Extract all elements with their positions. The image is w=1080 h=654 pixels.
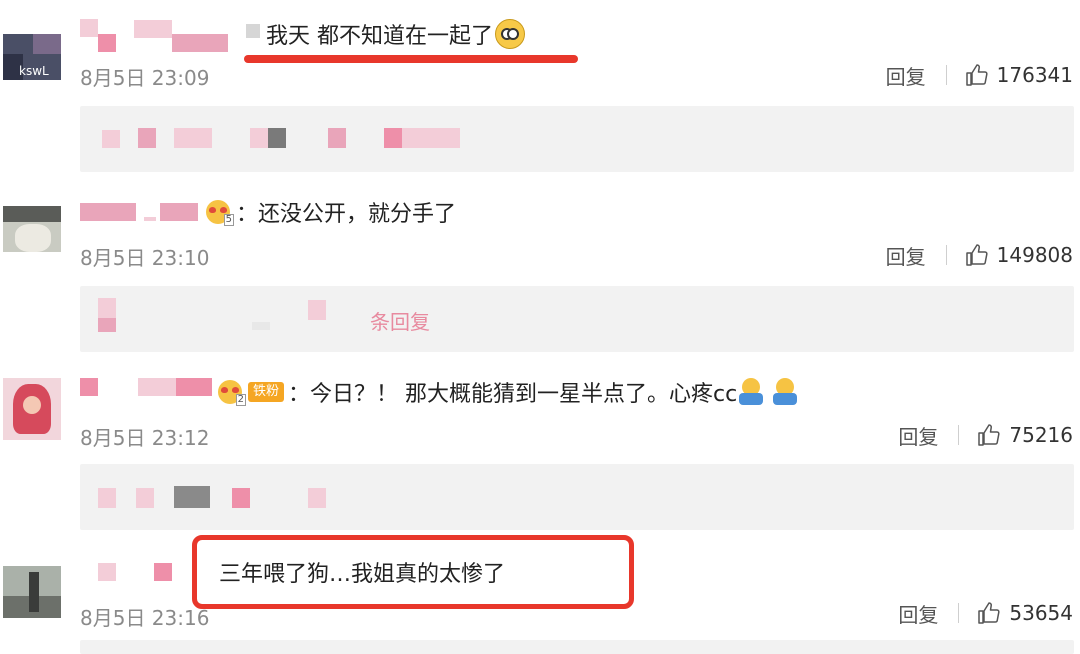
comment-header (80, 552, 172, 592)
comment-actions: 回复 176341 (886, 60, 1073, 90)
reply-button[interactable]: 回复 (898, 599, 938, 628)
avatar[interactable] (3, 206, 61, 252)
comment-time: 8月5日 23:10 (80, 246, 210, 270)
thumbs-up-icon[interactable] (965, 63, 989, 87)
shocked-emoji-icon (495, 19, 525, 49)
badge-level: 5 (223, 214, 234, 226)
more-replies-link[interactable]: 条回复 (370, 306, 430, 335)
comment-text: 还没公开，就分手了 (258, 202, 457, 227)
sub-replies-box[interactable] (80, 464, 1074, 530)
comment-actions: 回复 53654 (898, 598, 1073, 628)
comment-time: 8月5日 23:09 (80, 66, 210, 90)
avatar[interactable]: kswL (3, 34, 61, 80)
sub-replies-box[interactable]: 条回复 (80, 286, 1074, 352)
divider (958, 603, 960, 623)
sub-replies-box (80, 640, 1074, 654)
like-count: 176341 (996, 63, 1073, 87)
like-count: 75216 (1009, 423, 1073, 447)
username-mosaic[interactable] (80, 19, 98, 37)
sub-replies-box[interactable] (80, 106, 1074, 172)
thumbs-up-icon[interactable] (965, 243, 989, 267)
comment-actions: 回复 149808 (886, 240, 1073, 270)
badge-level: 2 (235, 394, 246, 406)
highlight-underline (244, 55, 578, 63)
comment-header: 5 ： 还没公开，就分手了 (80, 192, 456, 232)
reply-button[interactable]: 回复 (898, 421, 938, 450)
thumbs-up-icon[interactable] (977, 423, 1001, 447)
divider (945, 245, 947, 265)
hug-emoji-icon (771, 378, 799, 406)
iron-fan-badge: 铁粉 (248, 382, 285, 402)
comment-header: 我天 都不知道在一起了 (80, 14, 525, 54)
avatar-tag: kswL (19, 64, 49, 78)
comment-text: 三年喂了狗…我姐真的太惨了 (219, 562, 506, 587)
member-badge-icon: 5 (206, 200, 234, 226)
highlight-box: 三年喂了狗…我姐真的太惨了 (192, 535, 634, 609)
username-mosaic[interactable] (80, 203, 136, 221)
username-mosaic[interactable] (80, 378, 98, 396)
username-mosaic[interactable] (98, 563, 116, 581)
comment-text: 今日？！ 那大概能猜到一星半点了。心疼cc (310, 382, 738, 407)
hug-emoji-icon (737, 378, 765, 406)
comment-time: 8月5日 23:12 (80, 426, 210, 450)
avatar[interactable] (3, 378, 61, 440)
thumbs-up-icon[interactable] (977, 601, 1001, 625)
comment-time: 8月5日 23:16 (80, 606, 210, 630)
like-count: 149808 (996, 243, 1073, 267)
member-badge-icon: 2 (218, 380, 246, 406)
like-count: 53654 (1009, 601, 1073, 625)
comment-header: 2 铁粉 ： 今日？！ 那大概能猜到一星半点了。心疼cc (80, 372, 799, 412)
comment-actions: 回复 75216 (898, 420, 1073, 450)
comment-text: 我天 都不知道在一起了 (266, 24, 493, 49)
divider (958, 425, 960, 445)
reply-button[interactable]: 回复 (886, 61, 926, 90)
divider (945, 65, 947, 85)
avatar[interactable] (3, 566, 61, 618)
reply-button[interactable]: 回复 (886, 241, 926, 270)
